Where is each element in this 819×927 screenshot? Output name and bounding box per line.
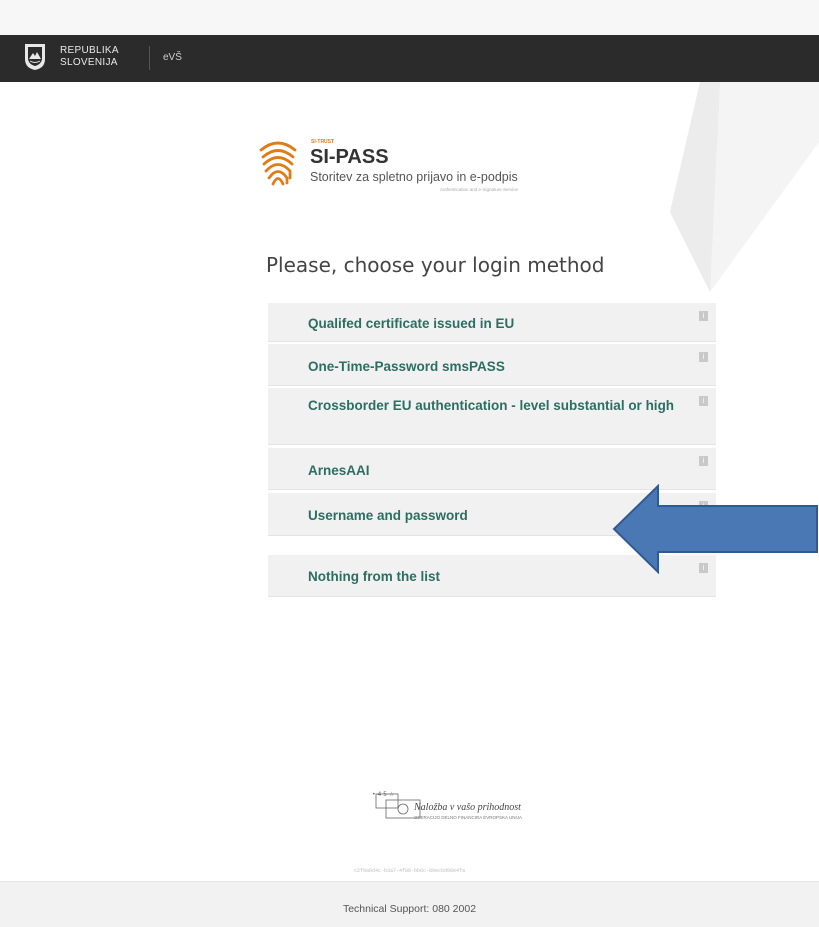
browser-top-strip <box>0 0 819 36</box>
sponsor-slogan: Naložba v vašo prihodnost <box>414 802 521 813</box>
info-icon[interactable]: i <box>699 456 708 466</box>
info-icon[interactable]: i <box>699 396 708 406</box>
header-divider <box>149 46 150 70</box>
brand-subtitle: Storitev za spletno prijavo in e-podpis <box>310 170 518 184</box>
brand-title: SI-PASS <box>310 146 389 168</box>
option-label: Qualifed certificate issued in EU <box>308 316 515 331</box>
option-label: Crossborder EU authentication - level su… <box>308 398 675 413</box>
request-id: c2f9a0d4c-b3a7-4f88-bb6c-89ecbd00e4fa <box>353 868 466 874</box>
technical-support-text: Technical Support: 080 2002 <box>342 903 477 915</box>
info-icon[interactable]: i <box>699 352 708 362</box>
login-option-qualified-certificate[interactable]: Qualifed certificate issued in EU i <box>268 303 716 342</box>
gov-name-line1: REPUBLIKA <box>60 45 119 56</box>
svg-text:• 4 5 ☆: • 4 5 ☆ <box>372 791 394 798</box>
service-name[interactable]: eVŠ <box>163 52 182 63</box>
option-label: ArnesAAI <box>308 463 370 478</box>
government-header-bar <box>0 35 819 82</box>
brand-small-label: SI-TRUST <box>311 139 335 145</box>
login-option-smspass[interactable]: One-Time-Password smsPASS i <box>268 344 716 386</box>
info-icon[interactable]: i <box>699 311 708 321</box>
slovenia-crest-icon <box>25 44 45 70</box>
login-option-crossborder-eu[interactable]: Crossborder EU authentication - level su… <box>268 388 716 445</box>
fingerprint-logo-icon <box>259 141 297 186</box>
left-arrow-icon <box>612 484 818 574</box>
page-title: Please, choose your login method <box>266 253 605 277</box>
government-name: REPUBLIKA SLOVENIJA <box>60 45 119 69</box>
sponsor-subtext: OPERACIJO DELNO FINANCIRA EVROPSKA UNIJA <box>414 815 523 820</box>
option-label: One-Time-Password smsPASS <box>308 359 505 374</box>
brand-tagline: Authentication and e-Signature Service <box>440 187 519 192</box>
gov-name-line2: SLOVENIJA <box>60 57 118 68</box>
